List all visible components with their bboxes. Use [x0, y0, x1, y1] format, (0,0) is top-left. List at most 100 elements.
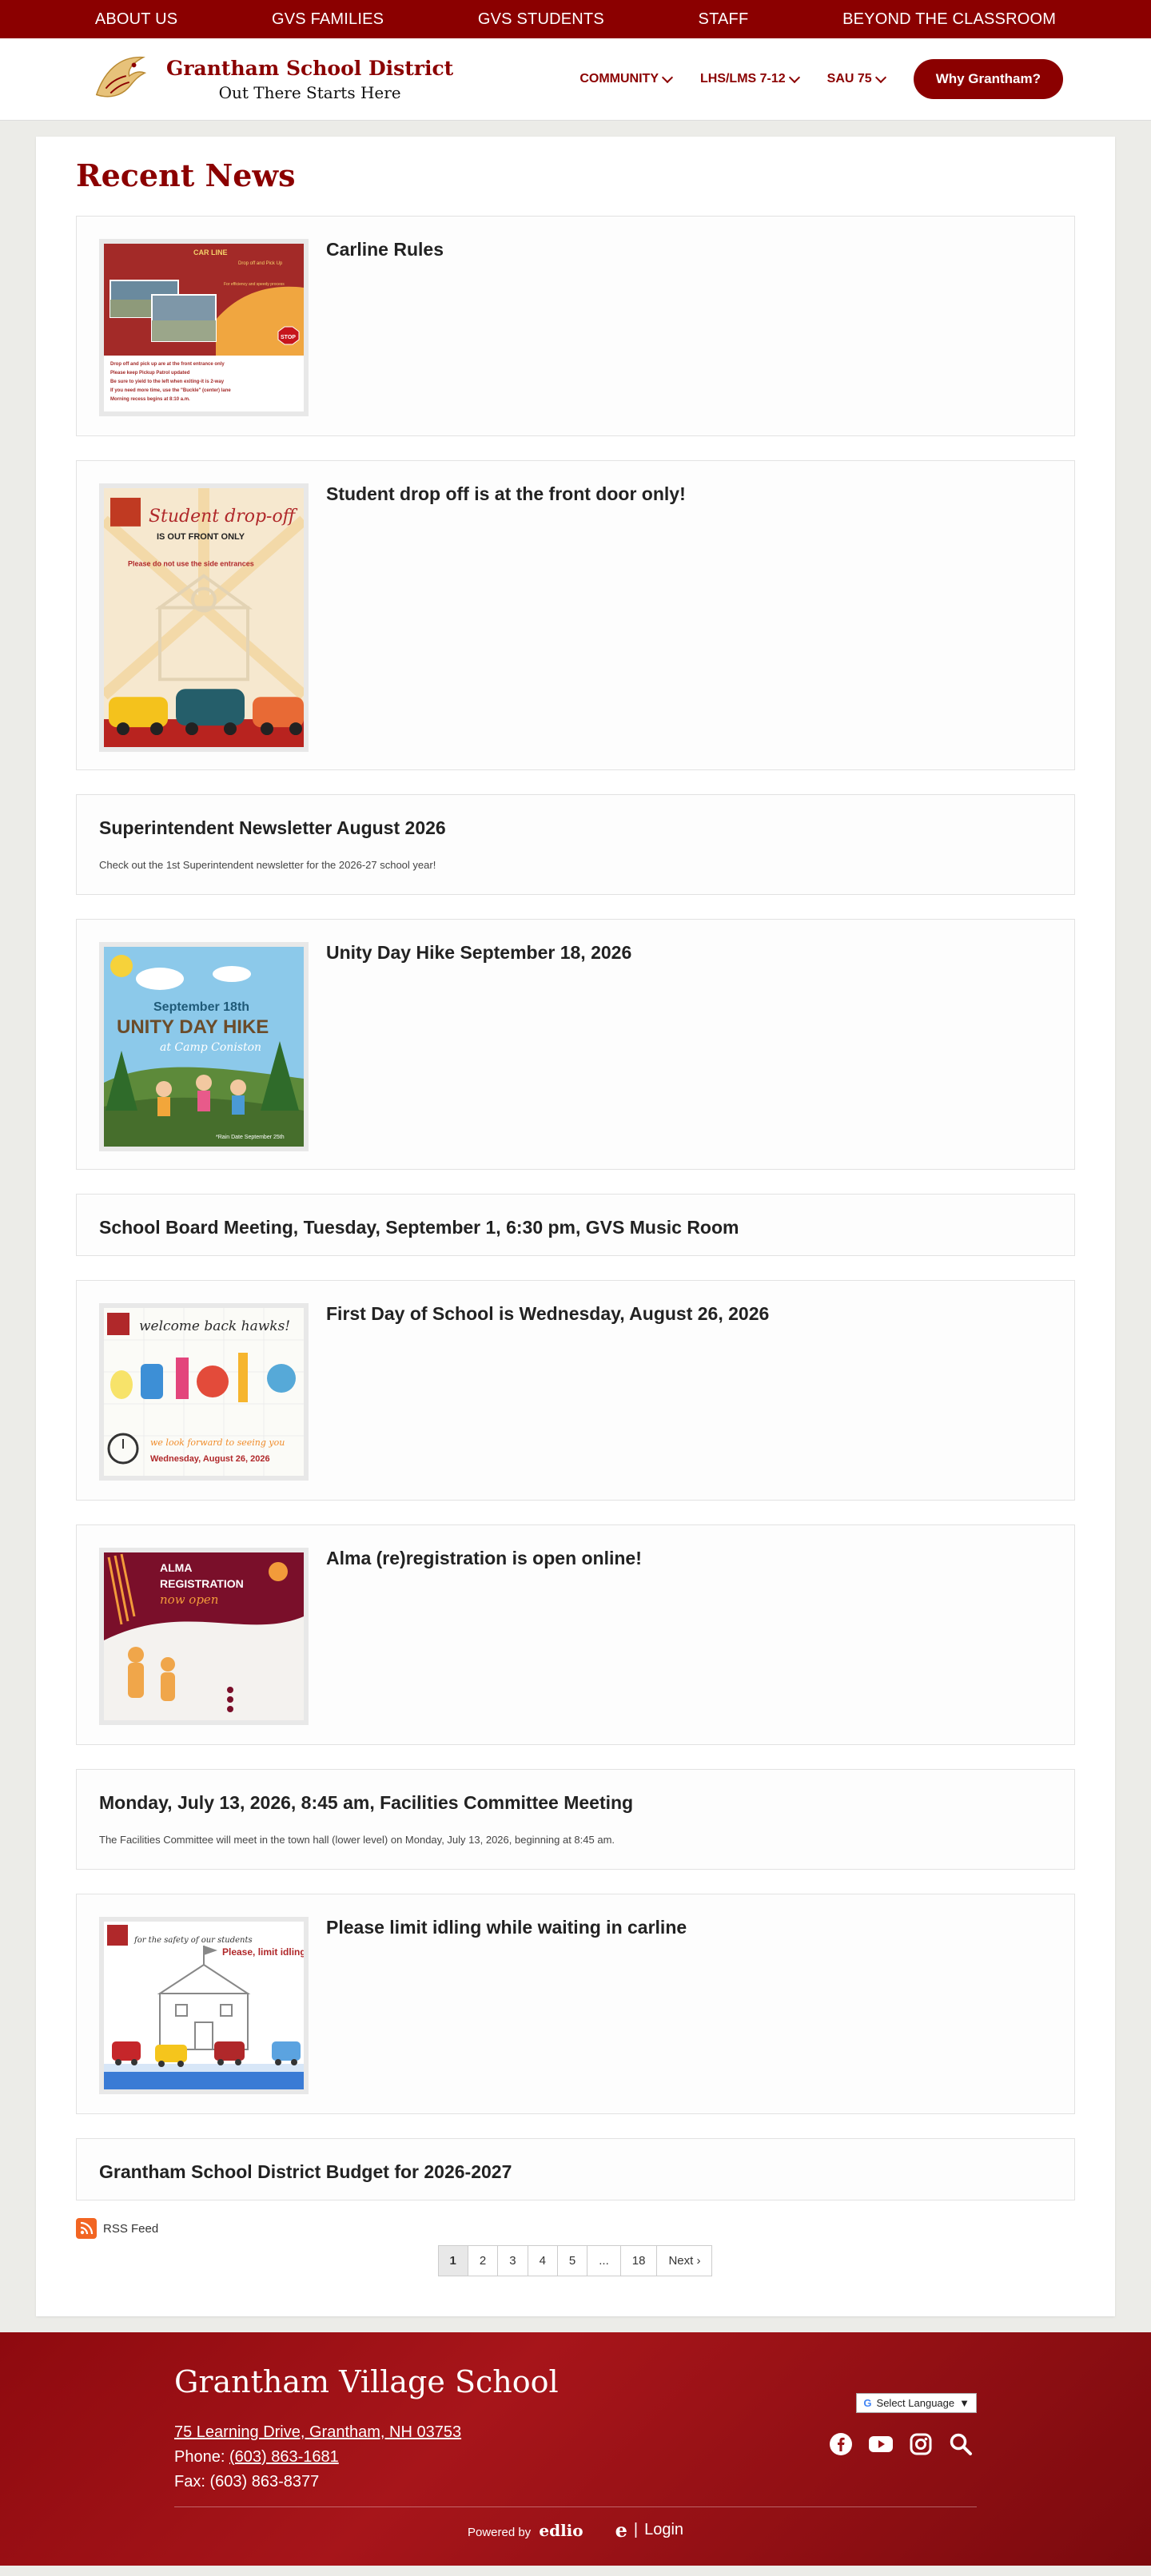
powered-by-edlio[interactable]: Powered by edlio	[468, 2521, 583, 2540]
district-logo[interactable]: Grantham School District Out There Start…	[88, 47, 453, 111]
news-summary: The Facilities Committee will meet in th…	[99, 1833, 615, 1846]
news-title[interactable]: Unity Day Hike September 18, 2026	[326, 942, 631, 964]
google-translate-icon: G	[863, 2397, 872, 2409]
alma-status: now open	[160, 1592, 218, 1607]
site-footer: Grantham Village School 75 Learning Driv…	[0, 2332, 1151, 2566]
hike-date: September 18th	[153, 1000, 249, 1014]
page-title: Recent News	[76, 157, 296, 193]
language-select[interactable]: G Select Language ▼	[856, 2393, 977, 2413]
footer-address-link[interactable]: 75 Learning Drive, Grantham, NH 03753	[174, 2423, 461, 2441]
carline-side-note: Drop off and Pick Up	[238, 261, 283, 266]
page-4[interactable]: 4	[527, 2245, 558, 2276]
powered-by-label: Powered by	[467, 2525, 532, 2539]
news-item: Student drop-off IS OUT FRONT ONLY Pleas…	[76, 460, 1075, 770]
footer-phone-label: Phone:	[174, 2448, 225, 2466]
idling-headline: Please, limit idling	[222, 1946, 304, 1958]
dropoff-note: Please do not use the side entrances	[128, 560, 254, 568]
pagination: 1 2 3 4 5 ... 18 Next ›	[76, 2245, 1075, 2276]
login-link[interactable]: e | Login	[615, 2518, 683, 2542]
hike-rain-date: *Rain Date September 25th	[216, 1135, 285, 1140]
main-content: Recent News CAR LINE Drop off and Pick U…	[36, 137, 1115, 2316]
search-icon[interactable]	[948, 2431, 974, 2457]
alma-registration-thumbnail[interactable]: ALMA REGISTRATION now open	[99, 1548, 309, 1725]
footer-fax: Fax: (603) 863-8377	[174, 2473, 320, 2491]
youtube-icon[interactable]	[868, 2431, 894, 2457]
carline-rule: If you need more time, use the "Buckle" …	[110, 388, 231, 393]
nav-community-label: COMMUNITY	[579, 72, 659, 85]
carline-rule: Be sure to yield to the left when exitin…	[110, 380, 225, 384]
page-3[interactable]: 3	[497, 2245, 528, 2276]
news-summary: Check out the 1st Superintendent newslet…	[99, 858, 436, 871]
welcome-headline: welcome back hawks!	[139, 1318, 290, 1334]
news-item: Superintendent Newsletter August 2026 Ch…	[76, 794, 1075, 895]
welcome-back-thumbnail[interactable]: welcome back hawks! we look forward to s…	[99, 1303, 309, 1481]
district-name: Grantham School District	[166, 56, 454, 80]
unity-day-hike-thumbnail[interactable]: September 18th UNITY DAY HIKE at Camp Co…	[99, 942, 309, 1151]
news-item: for the safety of our students Please, l…	[76, 1894, 1075, 2114]
carline-rule: Morning recess begins at 8:10 a.m.	[110, 397, 190, 402]
rss-feed-link[interactable]: RSS Feed	[76, 2218, 1075, 2239]
hike-title: UNITY DAY HIKE	[117, 1016, 269, 1038]
alma-title: ALMA	[160, 1561, 192, 1574]
carline-side-note-2: For efficiency and speedy process	[224, 282, 285, 287]
topnav-staff[interactable]: STAFF	[699, 10, 749, 29]
news-title[interactable]: Alma (re)registration is open online!	[326, 1548, 642, 1570]
news-title[interactable]: Please limit idling while waiting in car…	[326, 1917, 687, 1939]
topnav-beyond-the-classroom[interactable]: BEYOND THE CLASSROOM	[842, 10, 1056, 29]
why-grantham-button[interactable]: Why Grantham?	[913, 59, 1063, 99]
idling-safety-text: for the safety of our students	[133, 1936, 253, 1945]
news-title[interactable]: Student drop off is at the front door on…	[326, 483, 686, 506]
footer-bottom-bar: Powered by edlio e | Login	[174, 2506, 977, 2542]
page-2[interactable]: 2	[467, 2245, 499, 2276]
main-navigation: COMMUNITY LHS/LMS 7-12 SAU 75 Why Granth…	[579, 59, 1063, 99]
chevron-down-icon	[661, 71, 674, 83]
welcome-date: Wednesday, August 26, 2026	[150, 1454, 270, 1464]
chevron-down-icon	[788, 71, 800, 83]
topnav-about-us[interactable]: ABOUT US	[95, 10, 177, 29]
nav-sau-75-label: SAU 75	[826, 72, 872, 85]
chevron-right-icon: ›	[696, 2254, 701, 2268]
news-title[interactable]: Monday, July 13, 2026, 8:45 am, Faciliti…	[99, 1792, 1052, 1815]
carline-rules-thumbnail[interactable]: CAR LINE Drop off and Pick Up For effici…	[99, 239, 309, 416]
news-title[interactable]: Superintendent Newsletter August 2026	[99, 817, 1052, 840]
carline-rule: Drop off and pick up are at the front en…	[110, 362, 225, 367]
nav-lhs-lms[interactable]: LHS/LMS 7-12	[699, 71, 800, 86]
carline-heading: CAR LINE	[193, 248, 228, 256]
footer-phone-link[interactable]: (603) 863-1681	[229, 2448, 339, 2466]
news-item: Grantham School District Budget for 2026…	[76, 2138, 1075, 2200]
welcome-message: we look forward to seeing you	[150, 1437, 285, 1448]
limit-idling-thumbnail[interactable]: for the safety of our students Please, l…	[99, 1917, 309, 2094]
news-item: CAR LINE Drop off and Pick Up For effici…	[76, 216, 1075, 436]
stop-sign-label: STOP	[281, 335, 296, 340]
hawk-logo-icon	[88, 47, 152, 111]
drop-off-thumbnail[interactable]: Student drop-off IS OUT FRONT ONLY Pleas…	[99, 483, 309, 752]
page-1[interactable]: 1	[437, 2245, 468, 2276]
site-header: Grantham School District Out There Start…	[0, 38, 1151, 121]
nav-lhs-lms-label: LHS/LMS 7-12	[699, 72, 786, 85]
page-18[interactable]: 18	[619, 2245, 658, 2276]
nav-sau-75[interactable]: SAU 75	[826, 71, 886, 86]
footer-school-name: Grantham Village School	[174, 2364, 559, 2399]
chevron-down-icon	[874, 71, 886, 83]
divider: |	[633, 2521, 639, 2538]
next-page-button[interactable]: Next ›	[656, 2245, 713, 2276]
news-title[interactable]: Grantham School District Budget for 2026…	[99, 2161, 1052, 2184]
instagram-icon[interactable]	[908, 2431, 934, 2457]
topnav-gvs-families[interactable]: GVS FAMILIES	[272, 10, 384, 29]
hike-location: at Camp Coniston	[160, 1041, 261, 1054]
pagination-ellipsis: ...	[587, 2245, 621, 2276]
topnav-gvs-students[interactable]: GVS STUDENTS	[478, 10, 604, 29]
rss-icon	[76, 2218, 97, 2239]
dropdown-arrow-icon: ▼	[959, 2397, 970, 2409]
dropoff-subheadline: IS OUT FRONT ONLY	[157, 532, 245, 542]
facebook-icon[interactable]	[828, 2431, 854, 2457]
next-page-label: Next	[668, 2254, 694, 2268]
news-title[interactable]: School Board Meeting, Tuesday, September…	[99, 1217, 1052, 1239]
page-5[interactable]: 5	[556, 2245, 588, 2276]
nav-community[interactable]: COMMUNITY	[579, 71, 674, 86]
news-title[interactable]: Carline Rules	[326, 239, 444, 261]
top-navigation: ABOUT US GVS FAMILIES GVS STUDENTS STAFF…	[0, 0, 1151, 38]
social-links	[828, 2431, 974, 2457]
edlio-logo-icon: e	[615, 2518, 627, 2542]
news-title[interactable]: First Day of School is Wednesday, August…	[326, 1303, 769, 1326]
